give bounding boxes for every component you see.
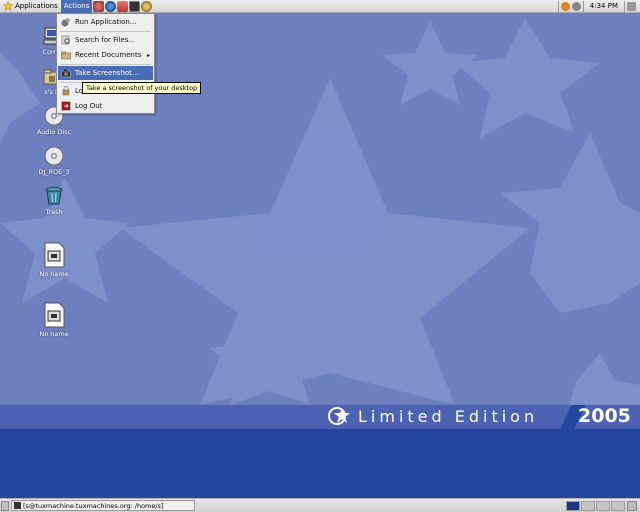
terminal-icon[interactable] <box>129 0 141 12</box>
menu-item-log-out[interactable]: Log Out <box>58 99 153 113</box>
browser-icon[interactable] <box>105 0 117 12</box>
gnome-star-icon <box>3 1 13 11</box>
folder-icon <box>61 51 71 60</box>
desktop-icon-label: No name <box>39 270 69 278</box>
edition-year: 2005 <box>578 405 631 427</box>
update-notifier-icon[interactable] <box>560 1 570 11</box>
floppy-desktop-icon-1[interactable]: No name <box>28 242 80 278</box>
edition-label: Limited Edition <box>358 407 539 426</box>
panel-tray: 4:34 PM <box>557 0 640 13</box>
clock[interactable]: 4:34 PM <box>586 2 622 10</box>
panel-separator <box>557 0 559 12</box>
workspace-switcher <box>566 500 625 511</box>
cd-icon <box>44 146 64 166</box>
gimp-icon[interactable] <box>93 0 105 12</box>
taskbar-terminal-button[interactable]: [s@tuxmachine.tuxmachines.org: /home/s] <box>11 500 195 511</box>
menu-item-label: Recent Documents <box>75 51 142 59</box>
banner-strip <box>0 405 640 429</box>
lock-icon <box>62 86 70 96</box>
bottom-panel: [s@tuxmachine.tuxmachines.org: /home/s] <box>0 498 640 512</box>
launcher-area <box>93 0 153 12</box>
actions-menu[interactable]: Actions <box>60 0 93 13</box>
workspace-1[interactable] <box>566 500 580 511</box>
menu-separator <box>60 64 151 65</box>
trash-applet-icon[interactable] <box>627 500 637 511</box>
menu-item-take-screenshot[interactable]: Take Screenshot... <box>58 66 153 80</box>
menu-item-label: Log Out <box>75 102 103 110</box>
banner-bottom <box>0 429 640 498</box>
menu-separator <box>60 31 151 32</box>
floppy-desktop-icon-2[interactable]: No name <box>28 302 80 338</box>
panel-separator <box>582 0 584 12</box>
terminal-icon <box>14 502 21 509</box>
panel-separator <box>624 0 625 12</box>
actions-dropdown-menu: Run Application... Search for Files... R… <box>56 13 155 114</box>
camera-icon <box>61 69 71 78</box>
desktop-icon-label: Audio Disc <box>36 128 72 136</box>
desktop-icon-label: DJ_ROE_3 <box>38 168 70 176</box>
applications-label: Applications <box>15 2 58 10</box>
show-desktop-button[interactable] <box>1 500 9 511</box>
edition-star-logo <box>328 407 350 425</box>
menu-item-recent-documents[interactable]: Recent Documents ▸ <box>58 48 153 62</box>
taskbar-button-label: [s@tuxmachine.tuxmachines.org: /home/s] <box>23 501 164 510</box>
workspace-3[interactable] <box>596 500 610 511</box>
top-panel: Applications Actions 4:34 PM <box>0 0 640 13</box>
submenu-arrow-icon: ▸ <box>146 51 150 59</box>
run-icon <box>61 18 70 27</box>
window-list-icon[interactable] <box>627 1 636 11</box>
screenshot-tooltip: Take a screenshot of your desktop <box>82 82 202 94</box>
floppy-icon <box>44 242 65 268</box>
dj-disc-desktop-icon[interactable]: DJ_ROE_3 <box>28 146 80 176</box>
mail-icon[interactable] <box>117 0 129 12</box>
menu-item-label: Run Application... <box>75 18 137 26</box>
floppy-icon <box>44 302 65 328</box>
logout-icon <box>61 101 71 111</box>
trash-desktop-icon[interactable]: Trash <box>28 186 80 216</box>
workspace-2[interactable] <box>581 500 595 511</box>
desktop-icon-label: No name <box>39 330 69 338</box>
menu-item-search-files[interactable]: Search for Files... <box>58 33 153 47</box>
search-icon <box>61 35 70 45</box>
applications-menu[interactable]: Applications <box>0 0 61 13</box>
workspace-4[interactable] <box>611 500 625 511</box>
volume-icon[interactable] <box>571 1 581 11</box>
trash-icon <box>45 187 63 205</box>
desktop-icon-label: Trash <box>45 208 63 216</box>
network-icon[interactable] <box>141 0 153 12</box>
menu-item-label: Search for Files... <box>75 36 136 44</box>
menu-item-run-application[interactable]: Run Application... <box>58 15 153 29</box>
menu-item-label: Take Screenshot... <box>75 69 139 77</box>
actions-label: Actions <box>63 2 90 10</box>
